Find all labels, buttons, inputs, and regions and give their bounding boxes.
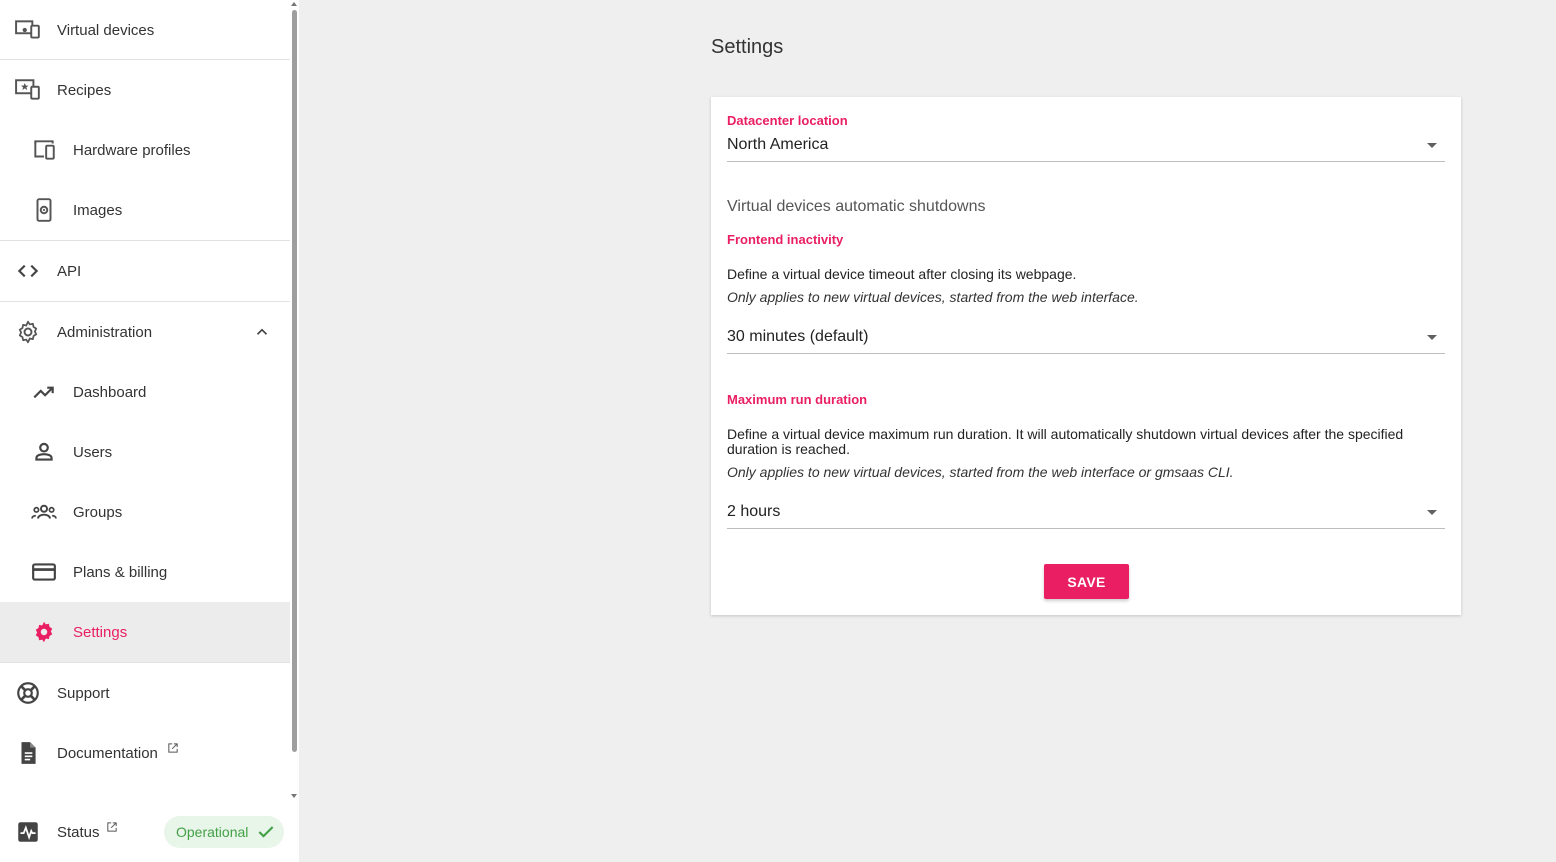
credit-card-icon <box>31 559 57 585</box>
page-title: Settings <box>711 36 784 58</box>
max-run-duration-label: Maximum run duration <box>727 392 868 407</box>
images-icon <box>31 197 57 223</box>
frontend-inactivity-note: Only applies to new virtual devices, sta… <box>727 289 1139 305</box>
status-badge: Operational <box>164 816 284 848</box>
sidebar-item-label: Recipes <box>57 81 112 99</box>
sidebar-item-documentation[interactable]: Documentation <box>0 723 290 783</box>
save-button[interactable]: SAVE <box>1044 564 1129 599</box>
select-value: North America <box>727 136 829 153</box>
sidebar-item-support[interactable]: Support <box>0 663 290 723</box>
sidebar-item-label: API <box>57 262 82 280</box>
frontend-inactivity-description: Define a virtual device timeout after cl… <box>727 266 1077 282</box>
sidebar-item-label: Images <box>73 201 123 219</box>
lifebuoy-icon <box>15 680 41 706</box>
max-run-duration-note: Only applies to new virtual devices, sta… <box>727 464 1234 480</box>
frontend-inactivity-label: Frontend inactivity <box>727 232 844 247</box>
frontend-inactivity-select[interactable]: 30 minutes (default) <box>727 320 1445 354</box>
dropdown-arrow-icon <box>1427 335 1437 340</box>
sidebar-item-users[interactable]: Users <box>0 422 290 482</box>
sidebar: Virtual devices Recipes Hardware profile… <box>0 0 290 862</box>
scroll-down-arrow[interactable] <box>291 794 297 798</box>
select-value: 30 minutes (default) <box>727 328 869 345</box>
select-value: 2 hours <box>727 503 781 520</box>
sidebar-item-images[interactable]: Images <box>0 180 290 240</box>
sidebar-item-recipes[interactable]: Recipes <box>0 60 290 120</box>
recipes-icon <box>15 77 41 103</box>
scroll-up-arrow[interactable] <box>291 2 297 6</box>
document-icon <box>15 740 41 766</box>
sidebar-item-plans-billing[interactable]: Plans & billing <box>0 542 290 602</box>
sidebar-item-label: Groups <box>73 503 123 521</box>
sidebar-item-virtual-devices[interactable]: Virtual devices <box>0 0 290 60</box>
trending-up-icon <box>31 379 57 405</box>
sidebar-scrollbar[interactable] <box>290 0 299 862</box>
max-run-duration-description: Define a virtual device maximum run dura… <box>727 426 1404 457</box>
shutdowns-section-heading: Virtual devices automatic shutdowns <box>727 198 986 215</box>
sidebar-item-dashboard[interactable]: Dashboard <box>0 362 290 422</box>
sidebar-item-label: Plans & billing <box>73 563 168 581</box>
sidebar-item-hardware-profiles[interactable]: Hardware profiles <box>0 120 290 180</box>
max-run-duration-select[interactable]: 2 hours <box>727 495 1445 529</box>
sidebar-item-label: Support <box>57 684 110 702</box>
sidebar-item-settings[interactable]: Settings <box>0 602 290 662</box>
external-link-icon <box>168 743 178 753</box>
sidebar-item-groups[interactable]: Groups <box>0 482 290 542</box>
sidebar-item-label: Administration <box>57 323 153 341</box>
settings-card: Datacenter location North America Virtua… <box>711 97 1461 615</box>
sidebar-item-label: Users <box>73 443 113 461</box>
sidebar-item-administration[interactable]: Administration <box>0 302 290 362</box>
sidebar-item-label: Status <box>57 823 100 841</box>
sidebar-item-label: Settings <box>73 623 128 641</box>
gear-icon <box>31 619 57 645</box>
sidebar-item-api[interactable]: API <box>0 241 290 301</box>
datacenter-location-label: Datacenter location <box>727 113 848 128</box>
external-link-icon <box>107 822 117 832</box>
dropdown-arrow-icon <box>1427 510 1437 515</box>
group-icon <box>31 499 57 525</box>
sidebar-item-label: Hardware profiles <box>73 141 191 159</box>
hardware-profiles-icon <box>31 137 57 163</box>
sidebar-item-label: Dashboard <box>73 383 147 401</box>
checkmark-icon <box>258 826 274 838</box>
dropdown-arrow-icon <box>1427 143 1437 148</box>
code-icon <box>15 258 41 284</box>
virtual-devices-icon <box>15 17 41 43</box>
sidebar-item-label: Virtual devices <box>57 21 155 39</box>
pulse-icon <box>15 819 41 845</box>
scrollbar-thumb[interactable] <box>292 10 297 752</box>
datacenter-location-select[interactable]: North America <box>727 128 1445 162</box>
chevron-up-icon[interactable] <box>253 323 271 341</box>
sidebar-item-label: Documentation <box>57 744 158 762</box>
gear-icon <box>15 319 41 345</box>
user-icon <box>31 439 57 465</box>
status-badge-label: Operational <box>176 824 249 840</box>
